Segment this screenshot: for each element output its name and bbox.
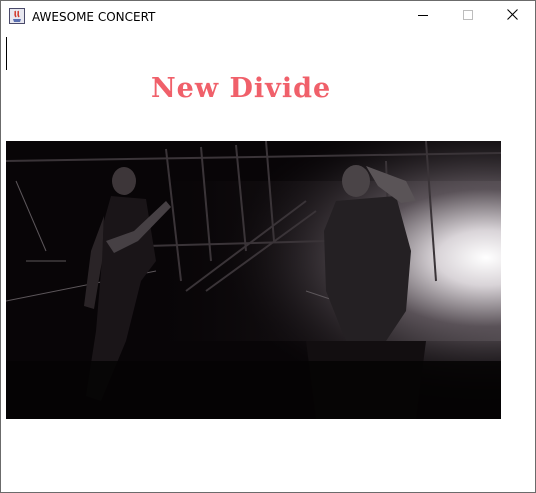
headline-label: New Divide (151, 73, 332, 104)
close-button[interactable] (490, 1, 535, 31)
app-window: AWESOME CONCERT New Divide (0, 0, 536, 493)
window-title: AWESOME CONCERT (32, 10, 156, 24)
app-icon[interactable] (9, 8, 25, 24)
maximize-button[interactable] (445, 1, 490, 31)
close-icon (507, 7, 518, 25)
content-area: New Divide (1, 31, 535, 492)
maximize-icon (462, 7, 473, 25)
text-caret (6, 37, 7, 70)
minimize-button[interactable] (400, 1, 445, 31)
title-bar[interactable]: AWESOME CONCERT (1, 1, 535, 31)
minimize-icon (417, 7, 428, 25)
concert-photo (5, 140, 502, 419)
